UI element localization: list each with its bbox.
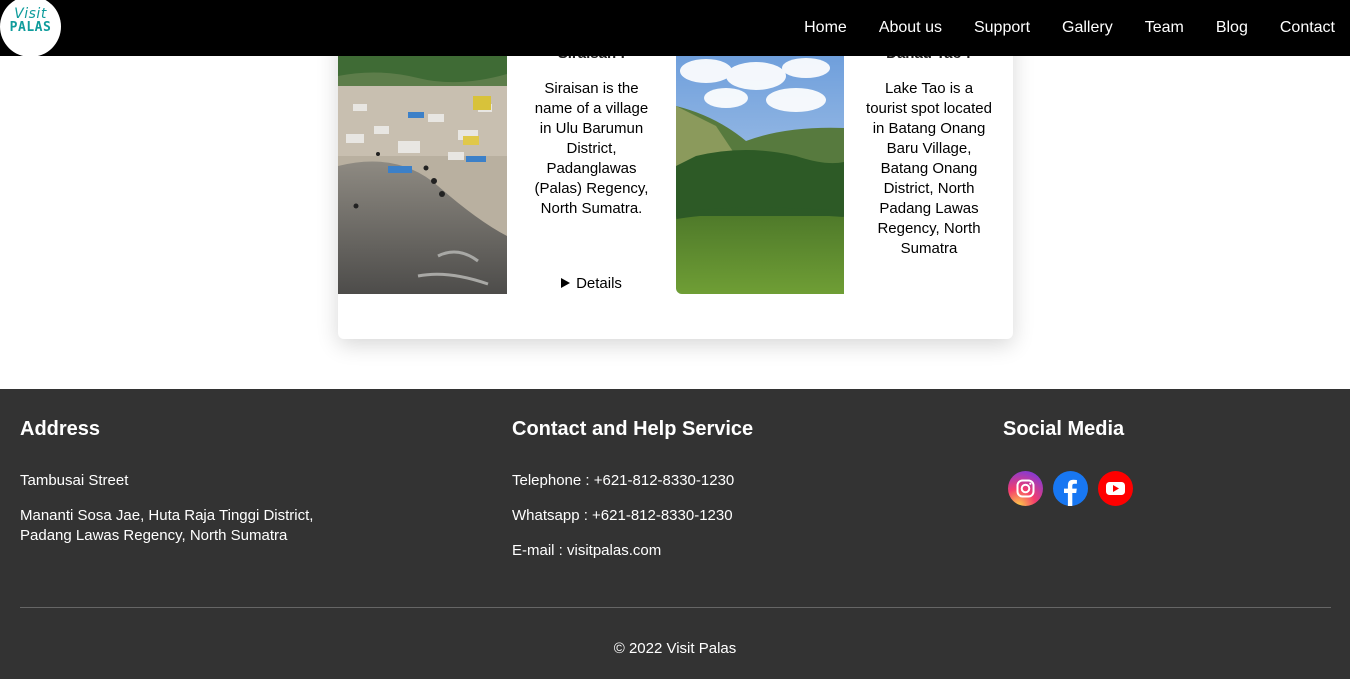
navbar: Visit PALAS Home About us Support Galler… bbox=[0, 0, 1350, 57]
copyright: © 2022 Visit Palas bbox=[613, 640, 737, 657]
main-nav: Home About us Support Gallery Team Blog … bbox=[772, 0, 1335, 56]
address-heading: Address bbox=[20, 418, 101, 440]
nav-support[interactable]: Support bbox=[974, 19, 1030, 37]
nav-team[interactable]: Team bbox=[1145, 19, 1184, 37]
danau-tao-description: Lake Tao is a tourist spot located in Ba… bbox=[866, 80, 992, 257]
social-links bbox=[1008, 471, 1323, 506]
instagram-icon[interactable] bbox=[1008, 471, 1043, 506]
siraisan-description: Siraisan is the name of a village in Ulu… bbox=[534, 80, 649, 217]
footer: Address Tambusai Street Mananti Sosa Jae… bbox=[0, 389, 1350, 679]
details-label: Details bbox=[576, 275, 622, 292]
logo-line-palas: PALAS bbox=[9, 20, 52, 35]
nav-gallery[interactable]: Gallery bbox=[1062, 19, 1113, 37]
siraisan-details-toggle[interactable]: Details bbox=[507, 274, 676, 294]
nav-contact[interactable]: Contact bbox=[1280, 19, 1335, 37]
destinations-card: Siraisan : Siraisan is the name of a vil… bbox=[338, 30, 1013, 339]
disclosure-triangle-icon bbox=[561, 278, 571, 288]
nav-about-us[interactable]: About us bbox=[879, 19, 942, 37]
contact-heading: Contact and Help Service bbox=[512, 418, 754, 440]
address-street: Tambusai Street bbox=[20, 472, 129, 489]
address-location: Mananti Sosa Jae, Huta Raja Tinggi Distr… bbox=[20, 507, 314, 544]
facebook-icon[interactable] bbox=[1053, 471, 1088, 506]
footer-contact-column: Contact and Help Service Telephone : +62… bbox=[512, 418, 832, 576]
contact-whatsapp: Whatsapp : +621-812-8330-1230 bbox=[512, 507, 733, 524]
youtube-icon[interactable] bbox=[1098, 471, 1133, 506]
visit-palas-logo[interactable]: Visit PALAS bbox=[0, 0, 61, 57]
social-heading: Social Media bbox=[1003, 418, 1125, 440]
nav-home[interactable]: Home bbox=[804, 19, 847, 37]
footer-social-column: Social Media bbox=[1003, 418, 1323, 506]
siraisan-photo bbox=[338, 56, 507, 294]
nav-blog[interactable]: Blog bbox=[1216, 19, 1248, 37]
footer-divider bbox=[20, 607, 1331, 608]
danau-tao-photo bbox=[676, 56, 844, 294]
footer-address-column: Address Tambusai Street Mananti Sosa Jae… bbox=[20, 418, 340, 561]
contact-email: E-mail : visitpalas.com bbox=[512, 542, 662, 559]
contact-telephone: Telephone : +621-812-8330-1230 bbox=[512, 472, 735, 489]
